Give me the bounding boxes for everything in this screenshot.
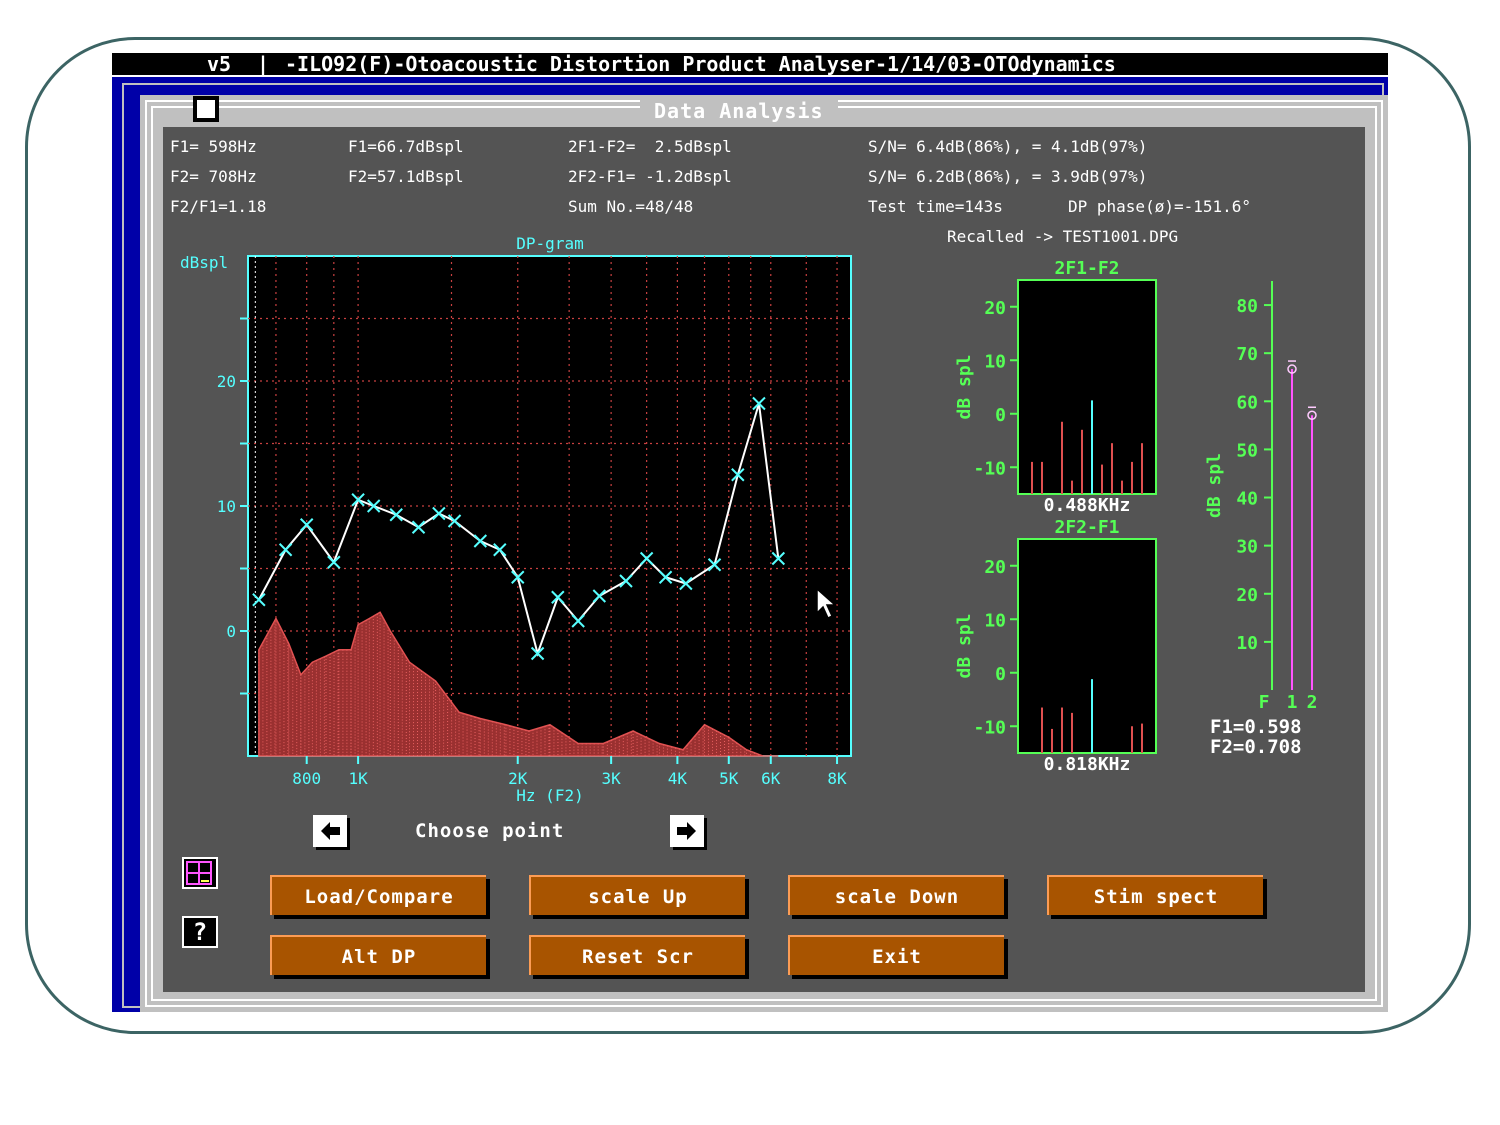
- stim-spect-button[interactable]: Stim spect: [1047, 875, 1263, 915]
- y-tick-label: 80: [1236, 296, 1258, 317]
- y-tick-label: 70: [1236, 344, 1258, 365]
- alt-dp-button[interactable]: Alt DP: [270, 935, 486, 975]
- y-tick-label: 20: [984, 557, 1006, 578]
- arrow-left-icon: [321, 822, 340, 840]
- spectrum-title: 2F2-F1: [1054, 517, 1119, 538]
- exit-button[interactable]: Exit: [788, 935, 1004, 975]
- stim-ylabel: dB spl: [1204, 453, 1225, 518]
- y-tick-label: 0: [995, 664, 1006, 685]
- scale-up-button[interactable]: scale Up: [529, 875, 745, 915]
- choose-point-label: Choose point: [415, 820, 565, 842]
- spectrum-ylabel: dB spl: [954, 613, 975, 678]
- y-tick-label: 20: [1236, 585, 1258, 606]
- stimulus-levels: 80 70 60 50 40 30 20 10 dB spl 1 2 F: [1204, 281, 1317, 713]
- scale-down-button[interactable]: scale Down: [788, 875, 1004, 915]
- spectrum-2f1-f2: 2F1-F2 20 10 0 -10 dB spl 0.488KHz: [954, 258, 1157, 516]
- y-tick-label: 0: [995, 405, 1006, 426]
- y-tick-label: -10: [973, 458, 1006, 479]
- y-tick-label: 40: [1236, 489, 1258, 510]
- spectrum-panels: 2F1-F220100-10dB spl0.488KHz 2F2-F120100…: [954, 258, 1317, 775]
- previous-point-button[interactable]: [313, 815, 347, 847]
- y-tick-label: -10: [973, 717, 1006, 738]
- stim-category-label: 2: [1307, 692, 1318, 713]
- next-point-button[interactable]: [670, 815, 704, 847]
- reset-scr-button[interactable]: Reset Scr: [529, 935, 745, 975]
- spectrum-plot-area: [1017, 279, 1157, 495]
- f1-stim-readout: F1=0.598: [1210, 716, 1302, 738]
- f2-stim-readout: F2=0.708: [1210, 736, 1302, 758]
- load-compare-button[interactable]: Load/Compare: [270, 875, 486, 915]
- spectrum-xlabel: 0.818KHz: [1044, 754, 1131, 775]
- y-tick-label: 20: [984, 298, 1006, 319]
- y-tick-label: 50: [1236, 440, 1258, 461]
- grid-toggle-icon[interactable]: [182, 857, 218, 889]
- y-tick-label: 60: [1236, 392, 1258, 413]
- spectrum-ylabel: dB spl: [954, 354, 975, 419]
- y-tick-label: 30: [1236, 537, 1258, 558]
- stim-category-label: 1: [1287, 692, 1298, 713]
- help-icon: ?: [192, 918, 208, 946]
- spectrum-title: 2F1-F2: [1054, 258, 1119, 279]
- stim-axis-label: F: [1259, 692, 1270, 713]
- spectrum-xlabel: 0.488KHz: [1044, 495, 1131, 516]
- spectrum-2f2-f1: 2F2-F1 20 10 0 -10 dB spl 0.818KHz: [954, 517, 1157, 775]
- arrow-right-icon: [677, 822, 696, 840]
- y-tick-label: 10: [984, 610, 1006, 631]
- help-button[interactable]: ?: [182, 916, 218, 948]
- spectrum-plot-area: [1017, 538, 1157, 754]
- y-tick-label: 10: [1236, 633, 1258, 654]
- y-tick-label: 10: [984, 351, 1006, 372]
